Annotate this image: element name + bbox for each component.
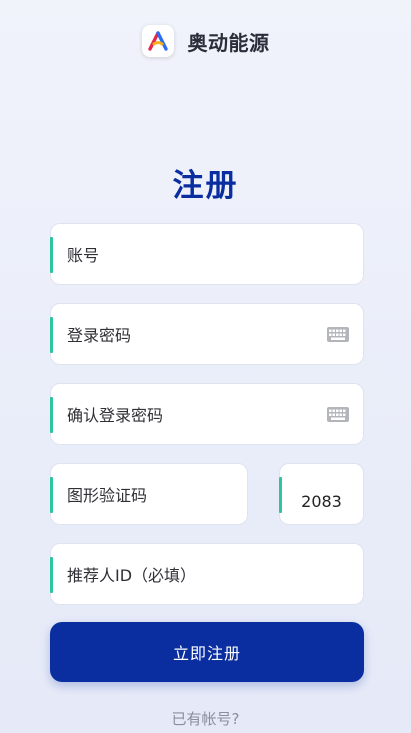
account-placeholder: 账号 bbox=[67, 246, 100, 265]
referrer-input[interactable]: 推荐人ID（必填） bbox=[50, 543, 364, 605]
password-placeholder: 登录密码 bbox=[67, 326, 132, 345]
captcha-placeholder: 图形验证码 bbox=[67, 486, 148, 505]
keyboard-icon[interactable] bbox=[327, 326, 349, 342]
brand-header: 奥动能源 bbox=[0, 23, 411, 59]
register-button[interactable]: 立即注册 bbox=[50, 622, 364, 682]
keyboard-icon[interactable] bbox=[327, 406, 349, 422]
password-input[interactable]: 登录密码 bbox=[50, 303, 364, 365]
confirm-password-input[interactable]: 确认登录密码 bbox=[50, 383, 364, 445]
app-name: 奥动能源 bbox=[187, 30, 270, 55]
app-logo-icon bbox=[141, 25, 174, 57]
confirm-password-placeholder: 确认登录密码 bbox=[67, 406, 164, 425]
captcha-input[interactable]: 图形验证码 bbox=[50, 463, 248, 525]
account-input[interactable]: 账号 bbox=[50, 223, 364, 285]
captcha-image[interactable]: 2083 bbox=[279, 463, 364, 525]
captcha-code: 2083 bbox=[301, 492, 342, 511]
page-title: 注册 bbox=[172, 168, 239, 204]
login-link[interactable]: 已有帐号? bbox=[0, 708, 411, 729]
referrer-placeholder: 推荐人ID（必填） bbox=[67, 566, 197, 585]
